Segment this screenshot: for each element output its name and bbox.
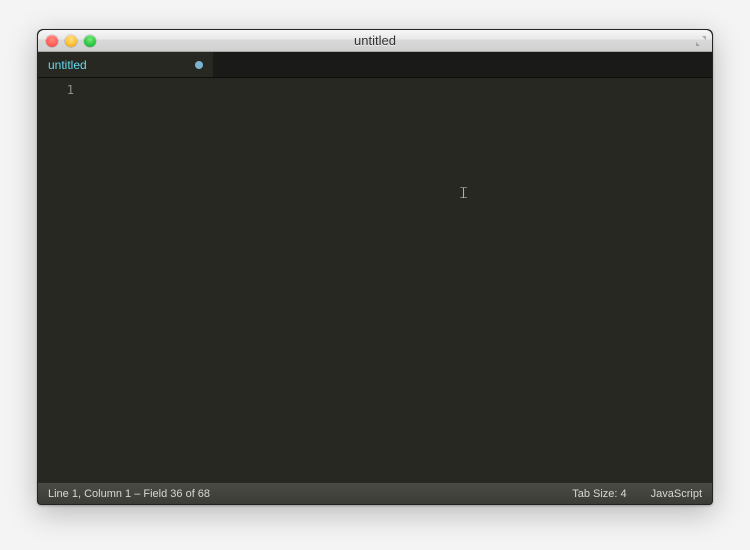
text-cursor-icon: 𝙸 (458, 186, 469, 202)
status-bar: Line 1, Column 1 – Field 36 of 68 Tab Si… (38, 482, 712, 504)
close-icon[interactable] (46, 35, 58, 47)
traffic-lights (46, 35, 96, 47)
window-title: untitled (38, 33, 712, 48)
cursor-position-readout[interactable]: Line 1, Column 1 – Field 36 of 68 (48, 488, 222, 500)
line-number: 1 (38, 82, 74, 98)
app-window: untitled untitled 1 𝙸 Line 1, Column 1 –… (37, 29, 713, 505)
minimize-icon[interactable] (65, 35, 77, 47)
editor-area[interactable]: 1 𝙸 (38, 78, 712, 482)
titlebar[interactable]: untitled (38, 30, 712, 52)
tab-size-selector[interactable]: Tab Size: 4 (560, 488, 638, 500)
line-number-gutter: 1 (38, 78, 82, 482)
fullscreen-icon[interactable] (693, 33, 709, 49)
tab-untitled[interactable]: untitled (38, 52, 214, 77)
tab-bar: untitled (38, 52, 712, 78)
code-content[interactable]: 𝙸 (82, 78, 712, 482)
tab-label: untitled (48, 58, 189, 72)
unsaved-indicator-icon (195, 61, 203, 69)
syntax-selector[interactable]: JavaScript (639, 488, 702, 500)
zoom-icon[interactable] (84, 35, 96, 47)
